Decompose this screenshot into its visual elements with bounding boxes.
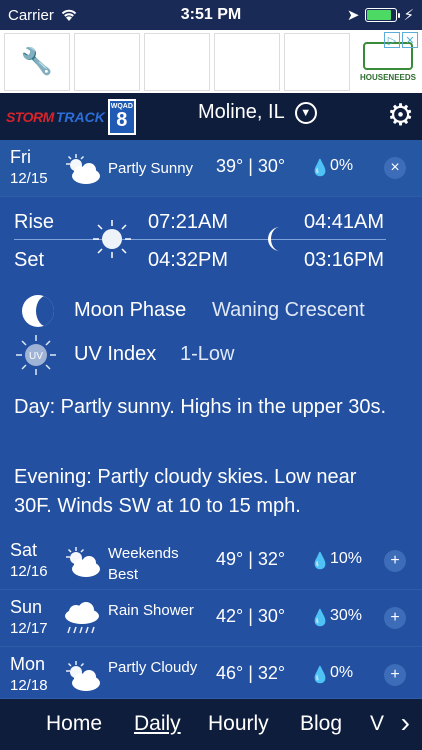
day-label: Mon (10, 654, 46, 674)
precip-chance: 30% (330, 607, 363, 624)
chevron-down-icon[interactable]: ▼ (294, 101, 317, 124)
condition-label: Partly Sunny (108, 160, 194, 177)
moon-phase-label: Moon Phase (74, 299, 187, 321)
ad-product-tank[interactable]: ▯ (284, 32, 350, 91)
chevron-right-icon[interactable]: › (401, 707, 410, 739)
carrier-label: Carrier (8, 6, 54, 24)
high-low-temps: 49° | 32° (216, 549, 286, 569)
partly-sunny-icon (66, 154, 100, 184)
forecast-row[interactable]: Sun 12/17 Rain Shower 42° | 30° 💧 30% + (0, 590, 422, 647)
raindrop-icon: 💧 (310, 160, 330, 177)
raindrop-icon: 💧 (310, 610, 330, 627)
day-label: Fri (10, 147, 31, 167)
stormtrack-logo: STORM TRACK WQAD 8 (6, 98, 136, 135)
expand-button[interactable]: + (384, 664, 406, 686)
charging-icon: ⚡ (403, 7, 414, 24)
high-low-temps: 42° | 30° (216, 606, 286, 626)
location-label: Moline, IL (198, 101, 285, 123)
precip-chance: 0% (330, 157, 354, 174)
raindrop-icon: 💧 (310, 553, 330, 570)
forecast-row-today[interactable]: Fri 12/15 Partly Sunny 39° | 30° 💧 0% × (0, 140, 422, 197)
moonset-time: 03:16PM (304, 249, 385, 271)
day-label: Sat (10, 540, 38, 560)
day-label: Sun (10, 597, 43, 617)
moon-phase-value: Waning Crescent (212, 299, 365, 321)
precip-chance: 10% (330, 550, 363, 567)
nav-home[interactable]: Home (46, 712, 102, 736)
ad-banner[interactable]: 🔧 ▥ ▤ ▮ ▯ HOUSENEEDS ▷ ✕ (0, 30, 422, 93)
nav-daily[interactable]: Daily (134, 712, 181, 736)
ad-product-boiler[interactable]: ▮ (214, 32, 280, 91)
location-arrow-icon: ➤ (346, 7, 360, 24)
rain-shower-icon (65, 602, 99, 634)
moon-icon (268, 227, 280, 251)
partly-sunny-icon (66, 547, 100, 577)
nav-blog[interactable]: Blog (300, 712, 342, 736)
uv-index-value: 1-Low (180, 343, 235, 365)
ad-choices[interactable]: ▷ ✕ (384, 32, 418, 48)
ad-product-valve[interactable]: 🔧 (4, 32, 70, 91)
rise-label: Rise (14, 211, 55, 233)
sun-moon-times: Rise Set 07:21AM 04:32PM 04:41AM 03:16PM (0, 197, 422, 289)
date-label: 12/18 (10, 677, 48, 694)
condition-label: Rain Shower (108, 602, 194, 619)
nav-video[interactable]: V (370, 712, 384, 736)
raindrop-icon: 💧 (310, 667, 330, 684)
high-low-temps: 46° | 32° (216, 663, 286, 683)
date-label: 12/15 (10, 170, 48, 187)
uv-index-row: UV UV Index 1-Low (0, 333, 422, 377)
moon-phase-icon (22, 295, 54, 327)
condition-label: Weekends Best (108, 545, 179, 583)
battery-icon (365, 8, 401, 22)
high-low-temps: 39° | 30° (216, 156, 286, 176)
gear-icon[interactable]: ⚙ (387, 101, 414, 131)
wifi-icon (61, 9, 77, 21)
uv-index-label: UV Index (74, 343, 157, 365)
ad-product-heater[interactable]: ▤ (144, 32, 210, 91)
horizon-divider (14, 239, 386, 240)
moon-phase-row: Moon Phase Waning Crescent (0, 289, 422, 333)
app-header: STORM TRACK WQAD 8 Moline, IL ▼ ⚙ (0, 93, 422, 140)
ad-product-radiator[interactable]: ▥ (74, 32, 140, 91)
sunrise-time: 07:21AM (148, 211, 229, 233)
date-label: 12/17 (10, 620, 48, 637)
ad-close-icon[interactable]: ✕ (402, 32, 418, 48)
nav-hourly[interactable]: Hourly (208, 712, 269, 736)
adchoices-icon[interactable]: ▷ (384, 32, 400, 48)
sunset-time: 04:32PM (148, 249, 229, 271)
forecast-row[interactable]: Sat 12/16 Weekends Best 49° | 32° 💧 10% … (0, 533, 422, 590)
set-label: Set (14, 249, 45, 271)
expand-button[interactable]: + (384, 607, 406, 629)
evening-forecast-text: Evening: Partly cloudy skies. Low near 3… (14, 466, 357, 517)
condition-label: Partly Cloudy (108, 659, 198, 676)
precip-chance: 0% (330, 664, 354, 681)
collapse-button[interactable]: × (384, 157, 406, 179)
bottom-nav: Home Daily Hourly Blog V › (0, 699, 422, 750)
sun-icon (93, 220, 131, 258)
forecast-row[interactable]: Mon 12/18 Partly Cloudy 46° | 32° 💧 0% + (0, 647, 422, 699)
location-selector[interactable]: Moline, IL ▼ (198, 101, 317, 124)
expand-button[interactable]: + (384, 550, 406, 572)
partly-cloudy-icon (66, 661, 100, 691)
forecast-detail: Rise Set 07:21AM 04:32PM 04:41AM 03:16PM… (0, 197, 422, 533)
moonrise-time: 04:41AM (304, 211, 385, 233)
status-bar: Carrier 3:51 PM ➤ ⚡ (0, 0, 422, 30)
svg-text:UV: UV (29, 351, 43, 362)
uv-icon: UV (16, 335, 56, 375)
date-label: 12/16 (10, 563, 48, 580)
day-forecast-text: Day: Partly sunny. Highs in the upper 30… (14, 396, 387, 418)
